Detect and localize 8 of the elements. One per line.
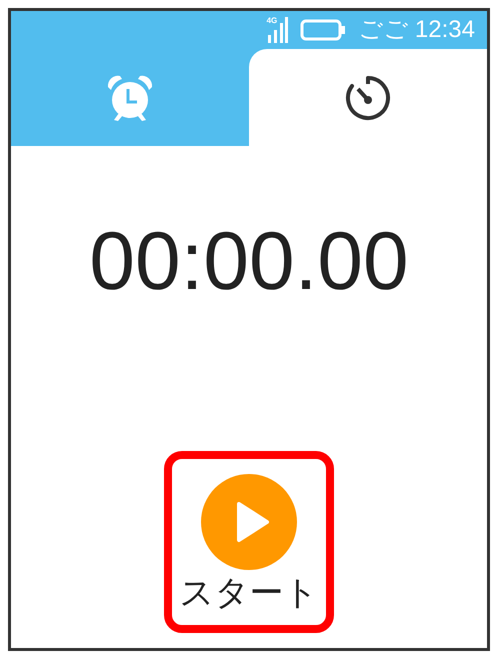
signal-icon [268, 17, 288, 43]
timer-display: 00:00.00 [89, 221, 409, 303]
network-type: 4G [266, 17, 278, 25]
play-icon [201, 474, 297, 570]
start-button[interactable]: スタート [180, 474, 318, 610]
battery-icon [300, 19, 346, 41]
status-time: ごご 12:34 [358, 15, 475, 45]
stopwatch-tab[interactable] [249, 49, 487, 146]
